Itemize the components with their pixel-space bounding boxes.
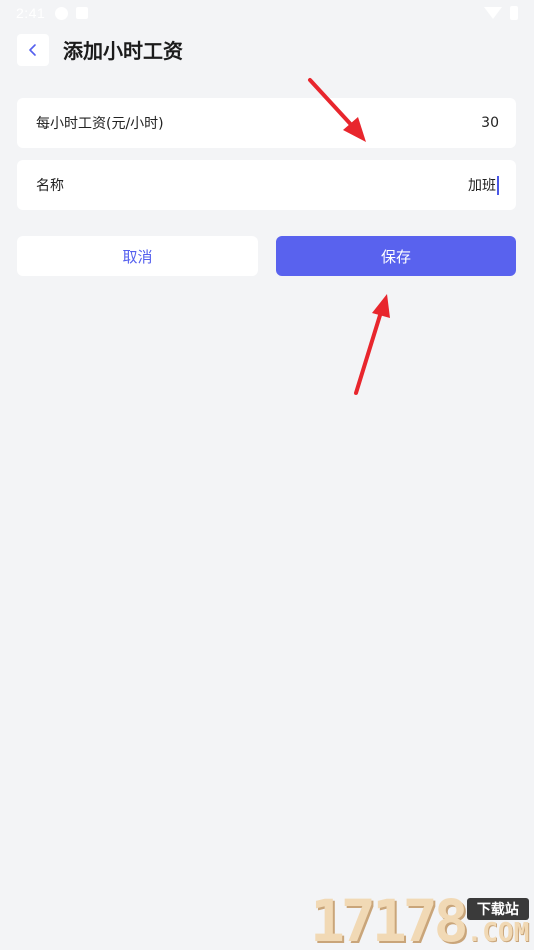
watermark-logo: 17178 下载站 .COM bbox=[310, 888, 534, 950]
page-title: 添加小时工资 bbox=[63, 39, 183, 63]
hourly-wage-field[interactable]: 每小时工资(元/小时) 30 bbox=[17, 98, 516, 148]
watermark-tag: 下载站 bbox=[466, 898, 530, 920]
cancel-button[interactable]: 取消 bbox=[17, 236, 258, 276]
name-field[interactable]: 名称 加班 bbox=[17, 160, 516, 210]
watermark-suffix: .COM bbox=[466, 918, 530, 948]
hourly-wage-label: 每小时工资(元/小时) bbox=[36, 116, 164, 132]
wifi-icon bbox=[484, 7, 502, 19]
chevron-left-icon bbox=[29, 44, 36, 56]
status-bar: 2:41 bbox=[0, 0, 534, 26]
status-time: 2:41 bbox=[16, 5, 46, 21]
notification-icon bbox=[76, 7, 89, 19]
name-input[interactable]: 加班 bbox=[468, 175, 499, 195]
sync-icon bbox=[55, 6, 69, 20]
name-input-value: 加班 bbox=[468, 178, 496, 194]
battery-icon bbox=[510, 6, 518, 20]
hourly-wage-input[interactable]: 30 bbox=[481, 115, 499, 131]
watermark-digits: 17178 bbox=[310, 887, 469, 950]
back-button[interactable] bbox=[17, 34, 49, 66]
name-label: 名称 bbox=[36, 178, 64, 194]
save-button[interactable]: 保存 bbox=[276, 236, 516, 276]
arrow-to-save-button bbox=[354, 294, 390, 395]
text-cursor bbox=[497, 175, 499, 195]
